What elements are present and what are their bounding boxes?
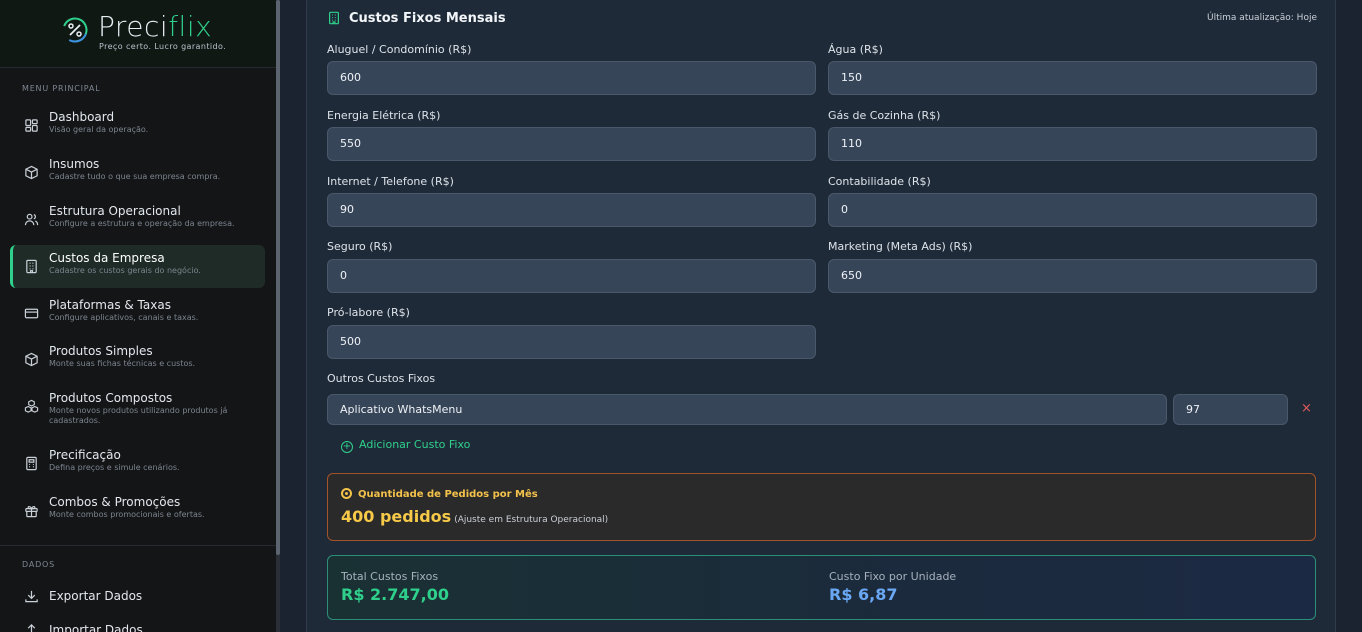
sidebar-item-insumos[interactable]: Insumos Cadastre tudo o que sua empresa … [10,151,265,194]
sidebar-item-dashboard[interactable]: Dashboard Visão geral da operação. [10,104,265,147]
prolabore-label: Pró-labore (R$) [327,306,410,319]
sidebar-item-importar-dados[interactable]: Importar Dados [10,616,265,632]
orders-count: 400 pedidos [341,507,452,526]
add-fixed-cost-button[interactable]: + Adicionar Custo Fixo [341,438,470,453]
sidebar-item-label: Exportar Dados [49,589,143,603]
plus-circle-icon: + [341,441,353,453]
percent-logo-icon [61,16,89,44]
sidebar-item-label: Estrutura Operacional [49,204,181,218]
sidebar-item-produtos-compostos[interactable]: Produtos Compostos Monte novos produtos … [10,385,265,435]
marketing-input[interactable]: 650 [828,259,1317,293]
gift-icon [24,503,39,518]
aluguel-input[interactable]: 600 [327,61,816,95]
sidebar-divider [0,545,276,546]
internet-input[interactable]: 90 [327,193,816,227]
section-label-main: MENU PRINCIPAL [22,84,101,93]
section-label-data: DADOS [22,560,56,569]
last-update-text: Última atualização: Hoje [1207,13,1317,23]
sidebar-item-desc: Monte suas fichas técnicas e custos. [49,359,196,368]
seguro-input[interactable]: 0 [327,259,816,293]
remove-cost-button[interactable]: × [1301,402,1312,416]
orders-hint: (Ajuste em Estrutura Operacional) [454,515,609,525]
sidebar-item-desc: Visão geral da operação. [49,125,149,134]
totals-box: Total Custos Fixos R$ 2.747,00 Custo Fix… [327,555,1316,620]
brand-tagline: Preço certo. Lucro garantido. [99,42,227,51]
sidebar-item-label: Precificação [49,448,121,462]
orders-title: Quantidade de Pedidos por Mês [341,488,538,500]
sidebar-item-desc: Monte novos produtos utilizando produtos… [49,406,228,425]
sidebar-item-desc: Configure aplicativos, canais e taxas. [49,313,199,322]
box-icon [24,165,39,180]
sidebar-item-desc: Monte combos promocionais e ofertas. [49,510,205,519]
sidebar-item-produtos-simples[interactable]: Produtos Simples Monte suas fichas técni… [10,338,265,381]
sidebar-item-label: Dashboard [49,110,115,124]
total-fixed-costs-value: R$ 2.747,00 [341,585,449,604]
download-icon [24,589,39,604]
outro-custo-name-input[interactable]: Aplicativo WhatsMenu [327,394,1167,425]
unit-fixed-cost-value: R$ 6,87 [829,585,898,604]
sidebar-item-custos-da-empresa[interactable]: Custos da Empresa Cadastre os custos ger… [10,245,265,288]
orders-per-month-box: Quantidade de Pedidos por Mês 400 pedido… [327,473,1316,541]
agua-label: Água (R$) [828,43,883,56]
sidebar-item-label: Importar Dados [49,623,143,632]
calculator-icon [24,456,39,471]
sidebar-item-estrutura-operacional[interactable]: Estrutura Operacional Configure a estrut… [10,198,265,241]
sidebar-item-plataformas-taxas[interactable]: Plataformas & Taxas Configure aplicativo… [10,292,265,335]
sidebar-item-desc: Defina preços e simule cenários. [49,463,180,472]
brand-header: Preciflix Preço certo. Lucro garantido. [0,0,276,68]
sidebar-item-exportar-dados[interactable]: Exportar Dados [10,582,265,610]
sidebar-item-label: Produtos Compostos [49,391,173,405]
dashboard-icon [24,118,39,133]
unit-fixed-cost-label: Custo Fixo por Unidade [829,570,957,583]
brand-name: Preciflix [98,9,212,45]
contabilidade-label: Contabilidade (R$) [828,175,931,188]
gas-input[interactable]: 110 [828,127,1317,161]
card-title: Custos Fixos Mensais [327,11,506,26]
sidebar-item-label: Combos & Promoções [49,495,181,509]
main-content: Custos Fixos Mensais Última atualização:… [280,0,1362,632]
prolabore-input[interactable]: 500 [327,325,816,359]
cubes-icon [24,399,39,414]
users-icon [24,212,39,227]
total-fixed-costs-label: Total Custos Fixos [341,570,439,583]
contabilidade-input[interactable]: 0 [828,193,1317,227]
agua-input[interactable]: 150 [828,61,1317,95]
energia-input[interactable]: 550 [327,127,816,161]
marketing-label: Marketing (Meta Ads) (R$) [828,240,973,253]
brand-name-part2: flix [168,10,213,43]
energia-label: Energia Elétrica (R$) [327,109,441,122]
target-icon [341,488,352,499]
orders-title-text: Quantidade de Pedidos por Mês [358,489,538,500]
brand-name-part1: Preci [98,10,169,43]
aluguel-label: Aluguel / Condomínio (R$) [327,43,472,56]
building-icon [327,11,341,25]
sidebar-item-label: Produtos Simples [49,344,153,358]
sidebar-item-desc: Configure a estrutura e operação da empr… [49,219,235,228]
sidebar-item-desc: Cadastre os custos gerais do negócio. [49,266,201,275]
cube-icon [24,352,39,367]
fixed-costs-card: Custos Fixos Mensais Última atualização:… [306,0,1336,632]
sidebar-item-label: Plataformas & Taxas [49,298,171,312]
sidebar-item-label: Custos da Empresa [49,251,165,265]
add-fixed-cost-label: Adicionar Custo Fixo [359,438,471,451]
outros-custos-label: Outros Custos Fixos [327,372,436,385]
sidebar: Preciflix Preço certo. Lucro garantido. … [0,0,276,632]
orders-value: 400 pedidos (Ajuste em Estrutura Operacio… [341,507,608,526]
card-title-text: Custos Fixos Mensais [349,11,506,26]
building-icon [24,259,39,274]
internet-label: Internet / Telefone (R$) [327,175,454,188]
gas-label: Gás de Cozinha (R$) [828,109,941,122]
outro-custo-value-input[interactable]: 97 [1173,394,1288,425]
upload-icon [24,623,39,632]
sidebar-item-desc: Cadastre tudo o que sua empresa compra. [49,172,221,181]
sidebar-item-label: Insumos [49,157,100,171]
seguro-label: Seguro (R$) [327,240,393,253]
sidebar-item-combos-promocoes[interactable]: Combos & Promoções Monte combos promocio… [10,489,265,532]
card-icon [24,306,39,321]
sidebar-item-precificacao[interactable]: Precificação Defina preços e simule cená… [10,442,265,485]
